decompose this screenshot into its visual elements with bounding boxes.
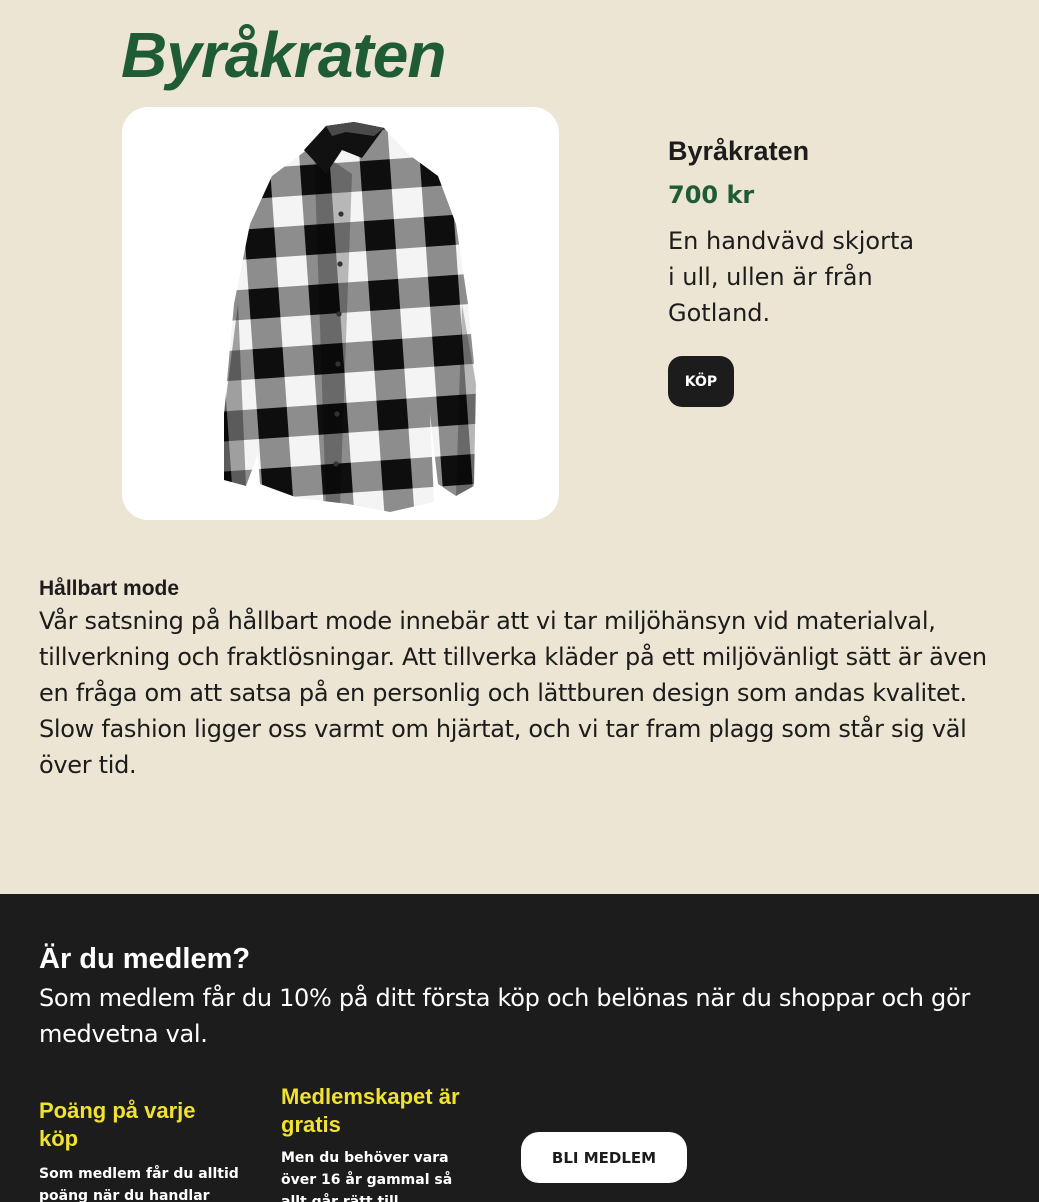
sustainability-heading: Hållbart mode <box>39 577 180 600</box>
become-member-button[interactable]: BLI MEDLEM <box>521 1132 687 1183</box>
buy-button[interactable]: KÖP <box>668 356 734 407</box>
feature-text: Men du behöver vara över 16 år gammal så… <box>281 1150 453 1202</box>
product-info: Byråkraten 700 kr En handvävd skjorta i … <box>668 136 948 331</box>
product-image-card <box>122 107 559 520</box>
product-name: Byråkraten <box>668 136 810 166</box>
membership-lead: Som medlem får du 10% på ditt första köp… <box>39 984 970 1048</box>
product-price: 700 kr <box>668 181 755 209</box>
feature-title: Medlemskapet är gratis <box>281 1084 460 1137</box>
sustainability-body: Vår satsning på hållbart mode innebär at… <box>39 607 987 779</box>
feature-title: Poäng på varje köp <box>39 1098 196 1151</box>
product-image <box>223 121 476 512</box>
membership-section: Är du medlem? Som medlem får du 10% på d… <box>0 894 1039 1202</box>
feature-free: Medlemskapet är gratis Men du behöver va… <box>281 1083 481 1202</box>
feature-text: Som medlem får du alltid poäng när du ha… <box>39 1166 239 1202</box>
product-description: En handvävd skjorta i ull, ullen är från… <box>668 227 915 327</box>
brand-logo[interactable]: Byråkraten <box>121 18 446 92</box>
membership-heading: Är du medlem? <box>39 943 251 975</box>
feature-points: Poäng på varje köp Som medlem får du all… <box>39 1097 239 1202</box>
sustainability-section: Hållbart mode Vår satsning på hållbart m… <box>39 577 1009 783</box>
